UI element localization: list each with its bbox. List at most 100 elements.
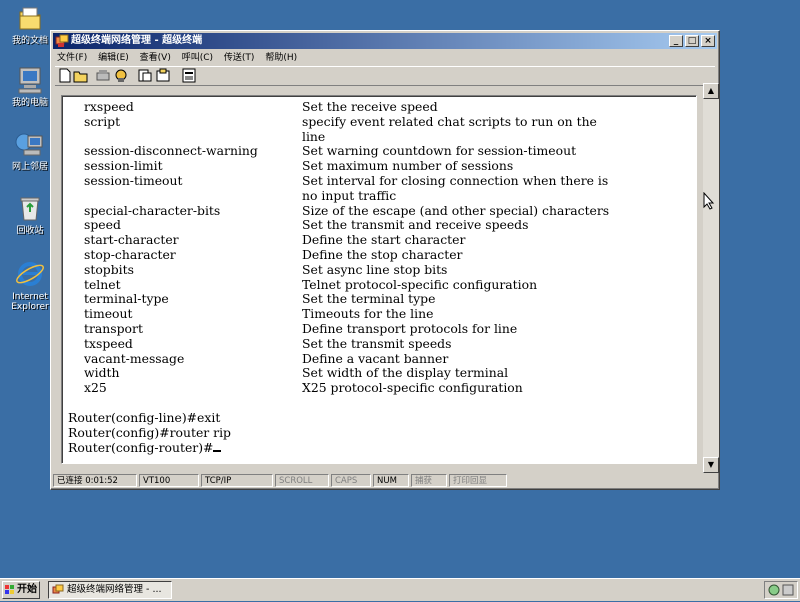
command-description: Timeouts for the line — [302, 306, 434, 322]
status-print-echo: 打印回显 — [449, 474, 507, 487]
command-name: telnet — [84, 276, 121, 292]
command-name: stop-character — [84, 246, 176, 262]
maximize-button[interactable]: □ — [685, 35, 699, 47]
toolbar — [55, 66, 715, 86]
command-description: Define the stop character — [302, 246, 463, 262]
command-description: Set the receive speed — [302, 99, 438, 114]
command-description: Set the transmit speeds — [302, 335, 452, 351]
prompt-text: Router(config)#router rip — [68, 424, 231, 440]
command-description: Set interval for closing connection when… — [302, 172, 609, 188]
menu-edit[interactable]: 编辑(E) — [94, 50, 133, 66]
command-name: x25 — [84, 380, 107, 396]
command-description: Size of the escape (and other special) c… — [302, 202, 610, 218]
start-label: 开始 — [17, 584, 37, 595]
command-name: session-timeout — [84, 172, 183, 188]
command-name: txspeed — [84, 335, 133, 351]
command-description: Define a vacant banner — [302, 350, 449, 366]
internet-explorer-icon — [14, 258, 46, 290]
menu-view[interactable]: 查看(V) — [136, 50, 175, 66]
my-computer-icon — [14, 64, 46, 96]
command-name: stopbits — [84, 261, 134, 277]
command-description: Define the start character — [302, 232, 466, 248]
command-name: timeout — [84, 306, 133, 322]
command-description: Set maximum number of sessions — [302, 158, 514, 174]
tray-icons — [768, 584, 794, 596]
status-emulation: VT100 — [139, 474, 199, 487]
taskbar-item-hyperterminal[interactable]: 超级终端网络管理 - ... — [48, 581, 172, 599]
command-name: terminal-type — [84, 291, 169, 307]
send-icon[interactable] — [137, 68, 153, 83]
command-name: speed — [84, 217, 121, 233]
desktop-icon-label: 我的文档 — [11, 36, 48, 46]
command-description: Set async line stop bits — [302, 261, 448, 277]
desktop-icon-my-documents[interactable]: 我的文档 — [4, 2, 56, 46]
title-bar[interactable]: 超级终端网络管理 - 超级终端 _ □ × — [53, 33, 717, 49]
status-scroll: SCROLL — [275, 474, 329, 487]
command-description: Set width of the display terminal — [302, 365, 509, 381]
desktop-icon-internet-explorer[interactable]: Internet Explorer — [4, 258, 56, 312]
command-name: special-character-bits — [84, 202, 221, 218]
vertical-scrollbar[interactable]: ▲ ▼ — [703, 83, 719, 473]
command-description: Telnet protocol-specific configuration — [302, 276, 538, 292]
network-places-icon — [14, 128, 46, 160]
scroll-down-button[interactable]: ▼ — [703, 457, 719, 473]
scroll-up-button[interactable]: ▲ — [703, 83, 719, 99]
windows-logo-icon — [5, 585, 15, 595]
menu-transfer[interactable]: 传送(T) — [220, 50, 259, 66]
command-name: width — [84, 365, 120, 381]
command-name: rxspeed — [84, 99, 134, 114]
command-name: session-limit — [84, 158, 163, 174]
command-description: Set warning countdown for session-timeou… — [302, 143, 577, 159]
command-description: X25 protocol-specific configuration — [302, 380, 523, 396]
command-name: transport — [84, 320, 143, 336]
hyperterminal-app-icon — [52, 584, 64, 596]
desktop-icon-label: 我的电脑 — [11, 98, 48, 108]
close-button[interactable]: × — [701, 35, 715, 47]
open-icon[interactable] — [73, 68, 89, 83]
disconnect-icon[interactable] — [95, 68, 111, 83]
system-tray — [764, 581, 798, 599]
desktop-icon-label: 网上邻居 — [11, 162, 48, 172]
hyperterminal-app-icon — [55, 34, 69, 48]
prompt-text: Router(config-line)#exit — [68, 409, 221, 425]
prompt-text: Router(config-router)# — [68, 440, 214, 456]
menu-file[interactable]: 文件(F) — [53, 50, 91, 66]
prompt-wrap: Router(config-router)# — [68, 440, 222, 456]
command-name: start-character — [84, 232, 179, 248]
menu-call[interactable]: 呼叫(C) — [178, 50, 217, 66]
command-name: vacant-message — [84, 350, 185, 366]
status-capture: 捕获 — [411, 474, 447, 487]
taskbar: 开始 超级终端网络管理 - ... — [0, 578, 800, 601]
command-description: Set the transmit and receive speeds — [302, 217, 529, 233]
window-title: 超级终端网络管理 - 超级终端 — [71, 35, 203, 46]
status-caps: CAPS — [331, 474, 371, 487]
command-description: no input traffic — [302, 187, 397, 203]
desktop-icon-label: Internet Explorer — [11, 292, 49, 312]
desktop-icon-network-places[interactable]: 网上邻居 — [4, 128, 56, 172]
status-connected-time: 已连接 0:01:52 — [53, 474, 137, 487]
properties-icon[interactable] — [181, 68, 197, 83]
recycle-bin-icon — [14, 192, 46, 224]
command-description: line — [302, 128, 326, 144]
command-name: script — [84, 113, 121, 129]
call-icon[interactable] — [113, 68, 129, 83]
hyperterminal-window: 超级终端网络管理 - 超级终端 _ □ × 文件(F) 编辑(E) 查看(V) … — [50, 30, 720, 490]
desktop-icon-label: 回收站 — [16, 226, 44, 236]
desktop-icon-recycle-bin[interactable]: 回收站 — [4, 192, 56, 236]
my-documents-icon — [14, 2, 46, 34]
status-num: NUM — [373, 474, 409, 487]
receive-icon[interactable] — [155, 68, 171, 83]
new-icon[interactable] — [57, 68, 73, 83]
minimize-button[interactable]: _ — [669, 35, 683, 47]
menu-help[interactable]: 帮助(H) — [261, 50, 301, 66]
desktop-icon-my-computer[interactable]: 我的电脑 — [4, 64, 56, 108]
command-description: Set the terminal type — [302, 291, 436, 307]
command-description: Define transport protocols for line — [302, 320, 518, 336]
status-bar: 已连接 0:01:52 VT100 TCP/IP SCROLL CAPS NUM… — [53, 473, 717, 489]
taskbar-item-label: 超级终端网络管理 - ... — [67, 584, 162, 595]
terminal-cursor — [213, 440, 222, 453]
status-protocol: TCP/IP — [201, 474, 273, 487]
start-button[interactable]: 开始 — [2, 581, 40, 599]
menu-bar: 文件(F) 编辑(E) 查看(V) 呼叫(C) 传送(T) 帮助(H) — [53, 50, 717, 66]
terminal-output[interactable]: rxspeed Set the receive speed script specif… — [61, 95, 697, 464]
